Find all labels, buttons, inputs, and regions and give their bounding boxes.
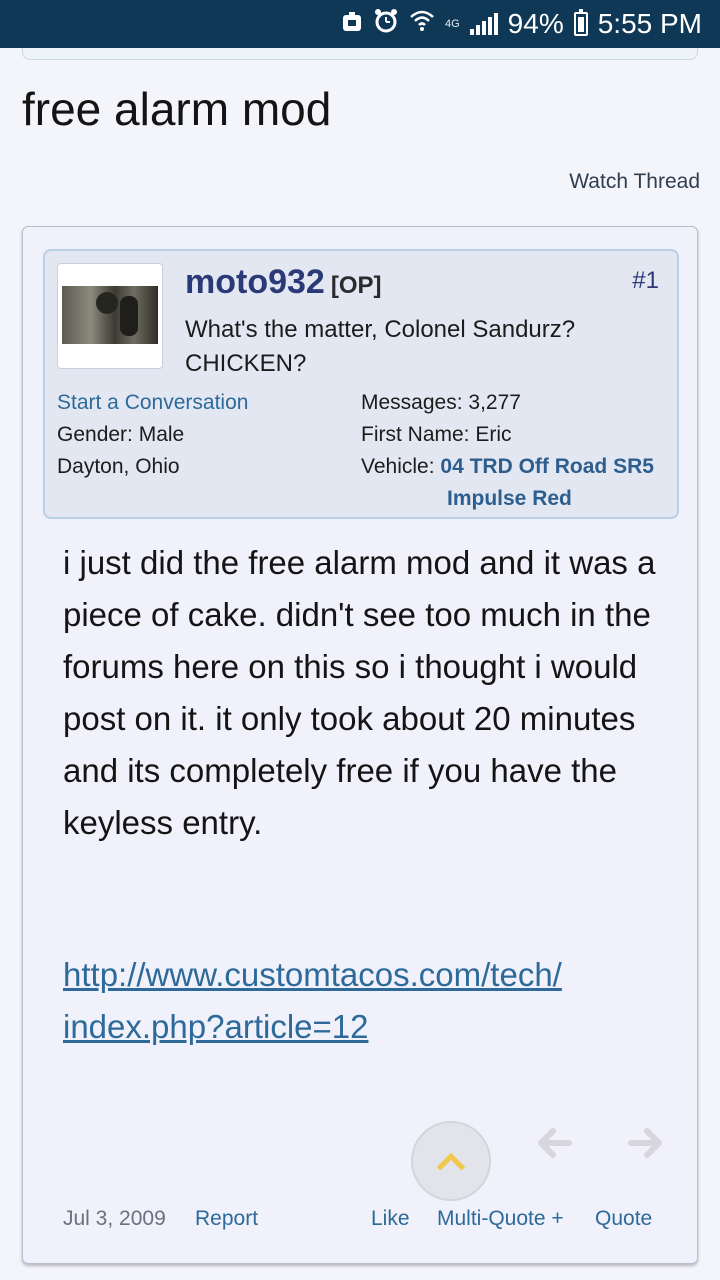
like-link[interactable]: Like bbox=[371, 1207, 410, 1231]
gender: Gender: Male bbox=[57, 423, 185, 446]
quote-link[interactable]: Quote bbox=[595, 1207, 652, 1231]
battery-percent: 94% bbox=[507, 8, 564, 39]
clock: 5:55 PM bbox=[597, 8, 702, 39]
thread-title: free alarm mod bbox=[22, 83, 332, 135]
arrow-right-icon[interactable] bbox=[625, 1123, 665, 1174]
alarm-icon bbox=[373, 8, 399, 41]
scroll-top-button[interactable] bbox=[411, 1121, 491, 1201]
avatar[interactable] bbox=[57, 263, 163, 369]
signal-icon bbox=[469, 13, 498, 35]
breadcrumb[interactable] bbox=[22, 48, 698, 60]
vehicle-label: Vehicle: bbox=[361, 455, 435, 478]
vehicle-value: 04 TRD Off Road SR5 bbox=[440, 455, 654, 478]
messages-value: 3,277 bbox=[468, 391, 521, 414]
network-type: 4G bbox=[444, 18, 460, 30]
user-title: What's the matter, Colonel Sandurz? CHIC… bbox=[185, 316, 576, 377]
first-name-stat: First Name: Eric bbox=[361, 423, 512, 447]
user-info-box: moto932 [OP] #1 What's the matter, Colone… bbox=[43, 249, 679, 519]
status-icons: 4G 94% 5:55 PM bbox=[341, 0, 702, 48]
first-name-label: First Name: bbox=[361, 423, 470, 446]
status-bar: 4G 94% 5:55 PM bbox=[0, 0, 720, 48]
chevron-up-icon bbox=[436, 1152, 466, 1182]
report-link[interactable]: Report bbox=[195, 1207, 258, 1231]
vehicle-value-line2: Impulse Red bbox=[447, 487, 572, 510]
messages-stat: Messages: 3,277 bbox=[361, 391, 521, 415]
messages-label: Messages: bbox=[361, 391, 463, 414]
wifi-icon bbox=[409, 8, 435, 40]
watch-thread-link[interactable]: Watch Thread bbox=[569, 170, 700, 194]
post-link[interactable]: http://www.customtacos.com/tech/ index.p… bbox=[63, 949, 673, 1053]
username-text[interactable]: moto932 bbox=[185, 263, 325, 301]
notification-icon bbox=[341, 8, 363, 40]
post-date[interactable]: Jul 3, 2009 bbox=[63, 1207, 166, 1231]
arrow-left-icon[interactable] bbox=[535, 1123, 575, 1174]
vehicle-stat: Vehicle: 04 TRD Off Road SR5 bbox=[361, 455, 654, 479]
username[interactable]: moto932 [OP] bbox=[185, 263, 382, 302]
post-number[interactable]: #1 bbox=[632, 267, 659, 295]
start-conversation-link[interactable]: Start a Conversation bbox=[57, 391, 248, 415]
battery-icon bbox=[573, 9, 588, 36]
op-tag: [OP] bbox=[330, 272, 382, 299]
first-name-value: Eric bbox=[475, 423, 512, 446]
post-link-line2[interactable]: index.php?article=12 bbox=[63, 1008, 368, 1045]
avatar-image bbox=[62, 286, 158, 344]
post-card: moto932 [OP] #1 What's the matter, Colone… bbox=[22, 226, 698, 1264]
multi-quote-link[interactable]: Multi-Quote + bbox=[437, 1207, 564, 1231]
post-link-line1[interactable]: http://www.customtacos.com/tech/ bbox=[63, 956, 562, 993]
post-body: i just did the free alarm mod and it was… bbox=[63, 544, 656, 841]
location: Dayton, Ohio bbox=[57, 455, 180, 478]
